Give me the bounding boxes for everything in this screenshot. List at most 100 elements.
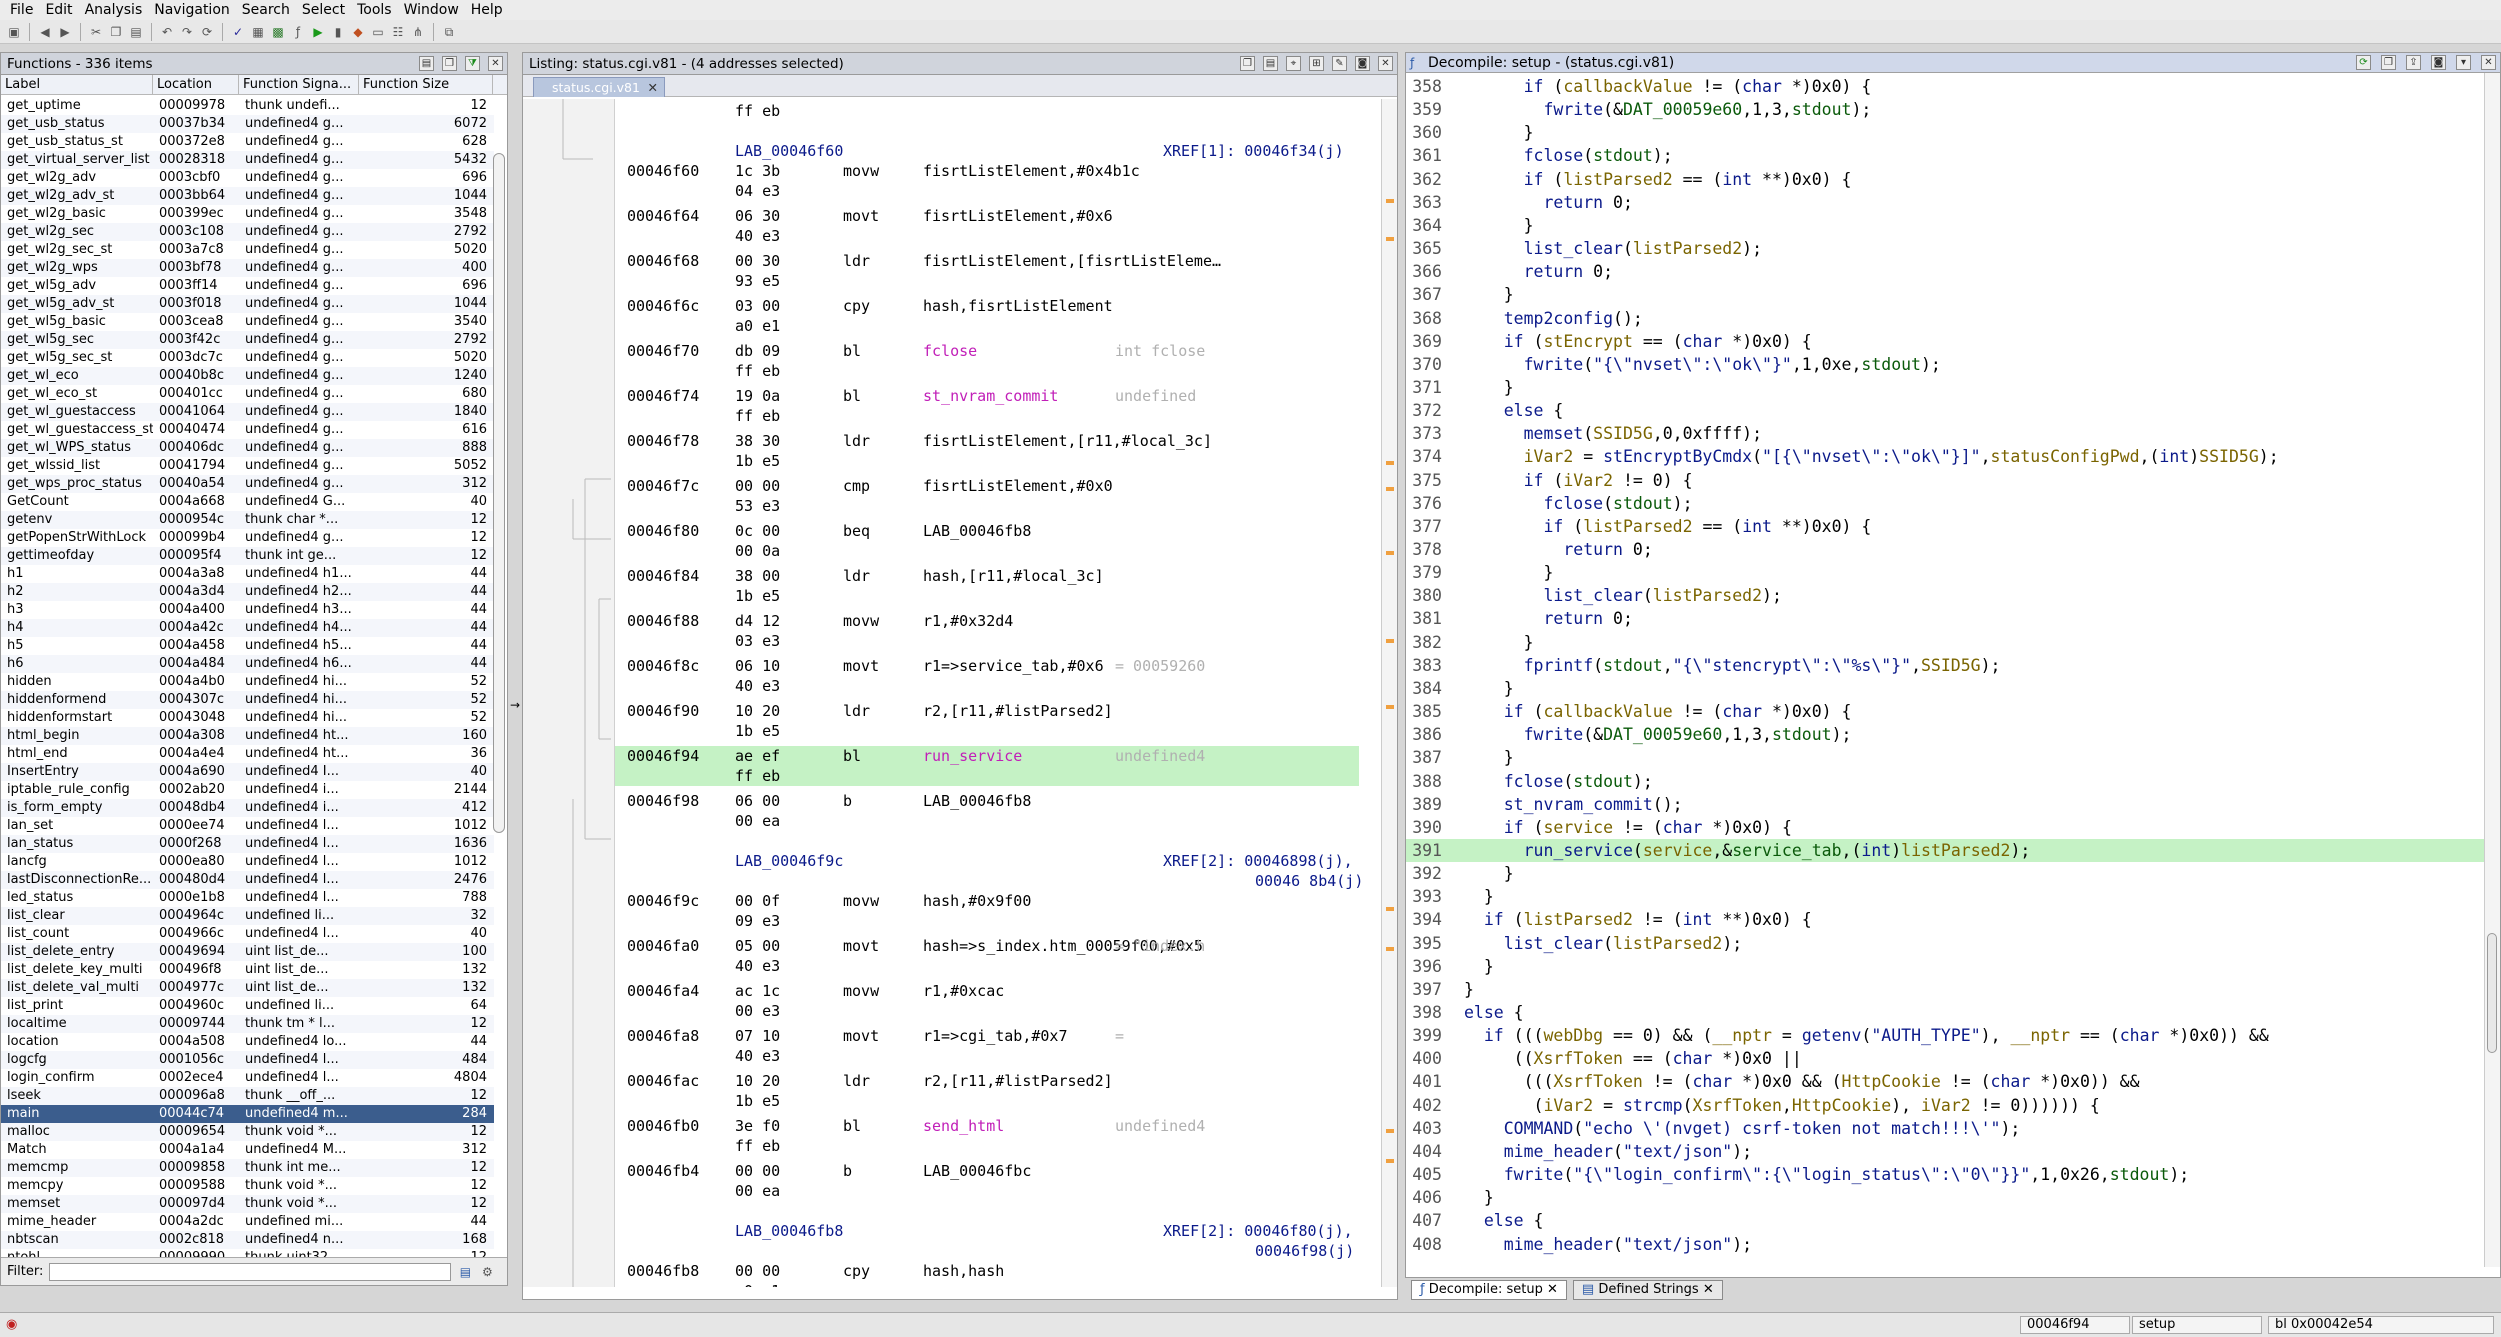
table-row[interactable]: list_delete_val_multi 0004977c uint list_d… bbox=[1, 979, 494, 997]
code-line[interactable]: 374 iVar2 = stEncryptByCmdx("[{\"nvset\"… bbox=[1406, 445, 2486, 468]
listing-row[interactable]: 00046f6c 03 00 cpy hash,fisrtListElement bbox=[615, 296, 1359, 316]
undo-icon[interactable]: ↶ bbox=[159, 24, 175, 40]
listing-row[interactable]: 00046f74 19 0a bl st_nvram_commit undefined bbox=[615, 386, 1359, 406]
filter-input[interactable] bbox=[49, 1262, 452, 1281]
filter-options-icon[interactable]: ▤ bbox=[457, 1264, 473, 1280]
code-line[interactable]: 369 if (stEncrypt == (char *)0x0) { bbox=[1406, 330, 2486, 353]
table-row[interactable]: get_usb_status_st 000372e8 undefined4 g...… bbox=[1, 133, 494, 151]
table-row[interactable]: h2 0004a3d4 undefined4 h2... 44 bbox=[1, 583, 494, 601]
code-line[interactable]: 370 fwrite("{\"nvset\":\"ok\"}",1,0xe,st… bbox=[1406, 353, 2486, 376]
listing-row[interactable]: ff eb bbox=[615, 361, 1359, 381]
save-icon[interactable]: ▣ bbox=[6, 24, 22, 40]
code-line[interactable]: 361 fclose(stdout); bbox=[1406, 144, 2486, 167]
table-row[interactable]: h1 0004a3a8 undefined4 h1... 44 bbox=[1, 565, 494, 583]
code-line[interactable]: 383 fprintf(stdout,"{\"stencrypt\":\"%s\… bbox=[1406, 654, 2486, 677]
code-line[interactable]: 407 else { bbox=[1406, 1209, 2486, 1232]
listing-row[interactable]: 00046f98(j) bbox=[615, 1241, 1359, 1261]
code-line[interactable]: 371 } bbox=[1406, 376, 2486, 399]
menu-item-edit[interactable]: Edit bbox=[39, 2, 78, 18]
listing-row[interactable]: 00046f80 0c 00 beq LAB_00046fb8 bbox=[615, 521, 1359, 541]
listing-row[interactable]: 93 e5 bbox=[615, 271, 1359, 291]
listing-row[interactable]: 00 e3 bbox=[615, 1001, 1359, 1021]
refresh-icon[interactable]: ⟳ bbox=[199, 24, 215, 40]
data-icon[interactable]: ▦ bbox=[250, 24, 266, 40]
table-row[interactable]: localtime 00009744 thunk tm * l... 12 bbox=[1, 1015, 494, 1033]
table-row[interactable]: get_wl_WPS_status 000406dc undefined4 g...… bbox=[1, 439, 494, 457]
table-row[interactable]: memcmp 00009858 thunk int me... 12 bbox=[1, 1159, 494, 1177]
snapshot-icon[interactable]: ◙ bbox=[1355, 56, 1370, 71]
code-line[interactable]: 386 fwrite(&DAT_00059e60,1,3,stdout); bbox=[1406, 723, 2486, 746]
table-row[interactable]: getenv 0000954c thunk char *... 12 bbox=[1, 511, 494, 529]
code-line[interactable]: 365 list_clear(listParsed2); bbox=[1406, 237, 2486, 260]
listing-row[interactable]: ff eb bbox=[615, 1136, 1359, 1156]
code-line[interactable]: 359 fwrite(&DAT_00059e60,1,3,stdout); bbox=[1406, 98, 2486, 121]
decompile-scrollbar[interactable] bbox=[2484, 73, 2500, 1267]
code-line[interactable]: 378 return 0; bbox=[1406, 538, 2486, 561]
table-row[interactable]: html_begin 0004a308 undefined4 ht... 160 bbox=[1, 727, 494, 745]
listing-row[interactable]: 00046f64 06 30 movt fisrtListElement,#0x6 bbox=[615, 206, 1359, 226]
tab-defined-strings[interactable]: ▤ Defined Strings ✕ bbox=[1572, 1280, 1723, 1300]
listing-row[interactable]: 00046f68 00 30 ldr fisrtListElement,[fisrtL… bbox=[615, 251, 1359, 271]
code-line[interactable]: 401 (((XsrfToken != (char *)0x0 && (Http… bbox=[1406, 1070, 2486, 1093]
listing-row[interactable]: 04 e3 bbox=[615, 181, 1359, 201]
table-row[interactable]: get_wl2g_wps 0003bf78 undefined4 g... 400 bbox=[1, 259, 494, 277]
table-row[interactable]: get_wl2g_sec 0003c108 undefined4 g... 2792 bbox=[1, 223, 494, 241]
listing-row[interactable]: 53 e3 bbox=[615, 496, 1359, 516]
menu-item-tools[interactable]: Tools bbox=[351, 2, 398, 18]
window-icon[interactable]: ⧉ bbox=[441, 24, 457, 40]
settings-icon[interactable]: ⚙ bbox=[479, 1264, 495, 1280]
table-row[interactable]: get_virtual_server_list 00028318 undefined… bbox=[1, 151, 494, 169]
code-line[interactable]: 360 } bbox=[1406, 121, 2486, 144]
listing-row[interactable]: a0 e1 bbox=[615, 1281, 1359, 1287]
panel-menu-icon[interactable]: ▤ bbox=[419, 56, 434, 71]
listing-row[interactable]: 03 e3 bbox=[615, 631, 1359, 651]
column-header-signature[interactable]: Function Signa... bbox=[239, 75, 359, 94]
run-icon[interactable]: ▶ bbox=[310, 24, 326, 40]
table-row[interactable]: led_status 0000e1b8 undefined4 l... 788 bbox=[1, 889, 494, 907]
table-row[interactable]: get_wl5g_adv 0003ff14 undefined4 g... 696 bbox=[1, 277, 494, 295]
code-line[interactable]: 362 if (listParsed2 == (int **)0x0) { bbox=[1406, 168, 2486, 191]
table-row[interactable]: lastDisconnectionRe... 000480d4 undefined4… bbox=[1, 871, 494, 889]
table-row[interactable]: InsertEntry 0004a690 undefined4 I... 40 bbox=[1, 763, 494, 781]
close-icon[interactable]: ✕ bbox=[2481, 55, 2496, 70]
cursor-icon[interactable]: ⌖ bbox=[1286, 56, 1301, 71]
menu-item-search[interactable]: Search bbox=[236, 2, 296, 18]
code-line[interactable]: 363 return 0; bbox=[1406, 191, 2486, 214]
table-row[interactable]: lseek 000096a8 thunk __off_... 12 bbox=[1, 1087, 494, 1105]
table-row[interactable]: get_wl_eco 00040b8c undefined4 g... 1240 bbox=[1, 367, 494, 385]
code-line[interactable]: 398 else { bbox=[1406, 1001, 2486, 1024]
code-line[interactable]: 384 } bbox=[1406, 677, 2486, 700]
menu-item-help[interactable]: Help bbox=[465, 2, 509, 18]
code-line[interactable]: 393 } bbox=[1406, 885, 2486, 908]
code-line[interactable]: 388 fclose(stdout); bbox=[1406, 770, 2486, 793]
table-row[interactable]: h3 0004a400 undefined4 h3... 44 bbox=[1, 601, 494, 619]
table-row[interactable]: memset 000097d4 thunk void *... 12 bbox=[1, 1195, 494, 1213]
listing-row[interactable]: 00046f7c 00 00 cmp fisrtListElement,#0x0 bbox=[615, 476, 1359, 496]
table-row[interactable]: main 00044c74 undefined4 m... 284 bbox=[1, 1105, 494, 1123]
table-row[interactable]: get_wl_eco_st 000401cc undefined4 g... 680 bbox=[1, 385, 494, 403]
table-row[interactable]: get_usb_status 00037b34 undefined4 g... 607… bbox=[1, 115, 494, 133]
table-row[interactable]: get_wl2g_sec_st 0003a7c8 undefined4 g... 50… bbox=[1, 241, 494, 259]
redo-icon[interactable]: ↷ bbox=[179, 24, 195, 40]
listing-row[interactable]: 1b e5 bbox=[615, 586, 1359, 606]
paste-icon[interactable]: ▤ bbox=[1263, 56, 1278, 71]
code-line[interactable]: 379 } bbox=[1406, 561, 2486, 584]
listing-row[interactable]: 00046f94 ae ef bl run_service undefined4 bbox=[615, 746, 1359, 766]
listing-row[interactable]: 00 ea bbox=[615, 811, 1359, 831]
copy-icon[interactable]: ❐ bbox=[1240, 56, 1255, 71]
listing-row[interactable]: 1b e5 bbox=[615, 721, 1359, 741]
listing-row[interactable]: 00 ea bbox=[615, 1181, 1359, 1201]
code-line[interactable]: 404 mime_header("text/json"); bbox=[1406, 1140, 2486, 1163]
scroll-thumb[interactable] bbox=[2487, 933, 2497, 1053]
table-row[interactable]: get_wlssid_list 00041794 undefined4 g... 50… bbox=[1, 457, 494, 475]
table-row[interactable]: hiddenformstart 00043048 undefined4 hi... 5… bbox=[1, 709, 494, 727]
code-line[interactable]: 366 return 0; bbox=[1406, 260, 2486, 283]
table-row[interactable]: lan_status 0000f268 undefined4 l... 1636 bbox=[1, 835, 494, 853]
listing-row[interactable] bbox=[615, 121, 1359, 141]
table-row[interactable]: get_wl_guestaccess_st 00040474 undefined4 … bbox=[1, 421, 494, 439]
column-header-label[interactable]: Label bbox=[1, 75, 153, 94]
code-line[interactable]: 396 } bbox=[1406, 955, 2486, 978]
table-row[interactable]: get_wl5g_basic 0003cea8 undefined4 g... 354… bbox=[1, 313, 494, 331]
listing-row[interactable]: 00046f88 d4 12 movw r1,#0x32d4 bbox=[615, 611, 1359, 631]
table-row[interactable]: getPopenStrWithLock 000099b4 undefined4 g.… bbox=[1, 529, 494, 547]
